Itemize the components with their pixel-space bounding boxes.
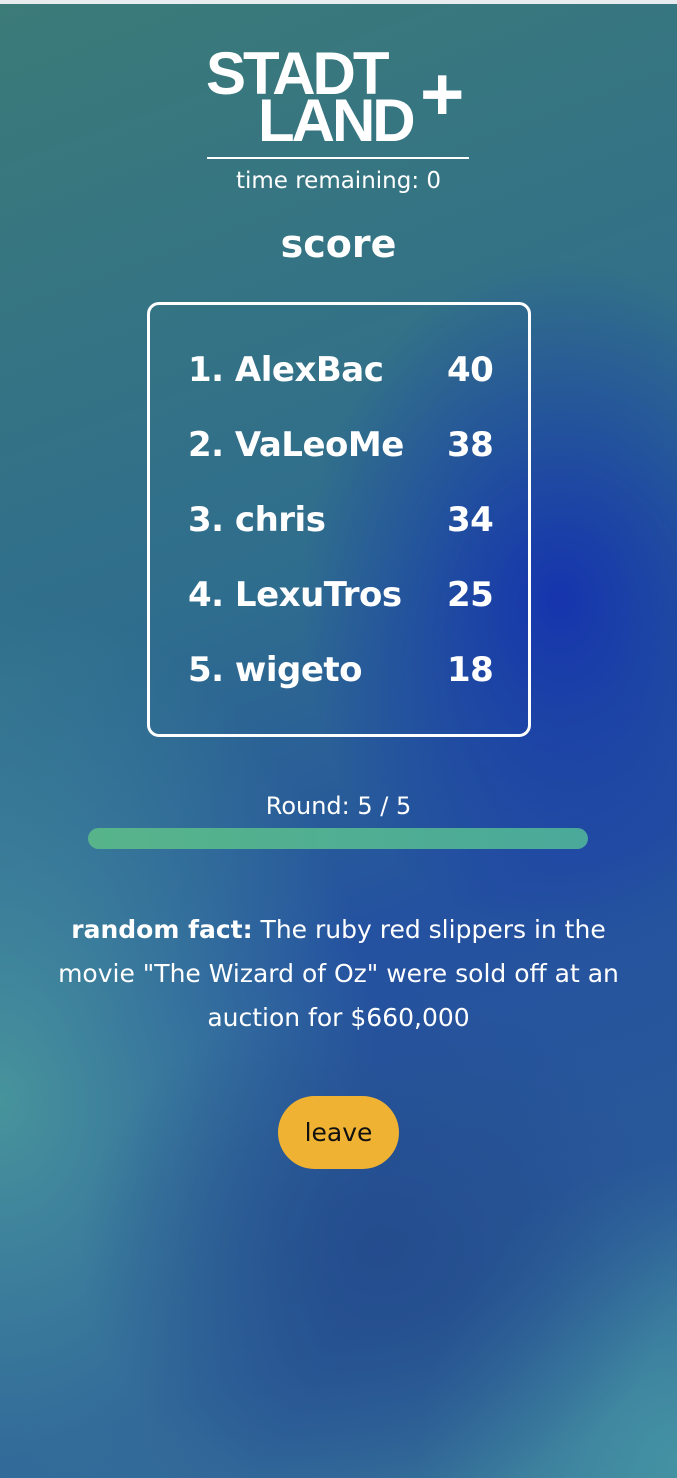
player-name: 2. VaLeoMe: [188, 425, 404, 465]
player-points: 34: [447, 500, 494, 540]
player-name: 4. LexuTros: [188, 575, 402, 615]
player-points: 18: [447, 650, 494, 690]
leave-button[interactable]: leave: [278, 1096, 399, 1169]
svg-text:+: +: [420, 52, 464, 137]
player-points: 25: [447, 575, 494, 615]
player-name: 3. chris: [188, 500, 326, 540]
score-row: 2. VaLeoMe 38: [188, 425, 498, 469]
score-row: 3. chris 34: [188, 500, 498, 544]
round-progress-bar: [88, 828, 588, 849]
random-fact-label: random fact:: [71, 915, 253, 944]
round-counter: Round: 5 / 5: [265, 792, 412, 820]
svg-text:LAND: LAND: [258, 87, 413, 154]
score-row: 5. wigeto 18: [188, 650, 498, 694]
scoreboard: 1. AlexBac 40 2. VaLeoMe 38 3. chris 34 …: [147, 302, 531, 737]
top-border: [0, 0, 677, 4]
round-progress-fill: [88, 828, 588, 849]
logo-divider: [207, 157, 469, 159]
random-fact: random fact: The ruby red slippers in th…: [48, 908, 629, 1040]
stadt-land-plus-logo: STADT LAND +: [206, 44, 464, 154]
player-name: 5. wigeto: [188, 650, 362, 690]
player-name: 1. AlexBac: [188, 350, 384, 390]
score-row: 1. AlexBac 40: [188, 350, 498, 394]
time-remaining: time remaining: 0: [235, 168, 442, 194]
score-row: 4. LexuTros 25: [188, 575, 498, 619]
player-points: 38: [447, 425, 494, 465]
score-heading: score: [280, 222, 397, 266]
player-points: 40: [447, 350, 494, 390]
